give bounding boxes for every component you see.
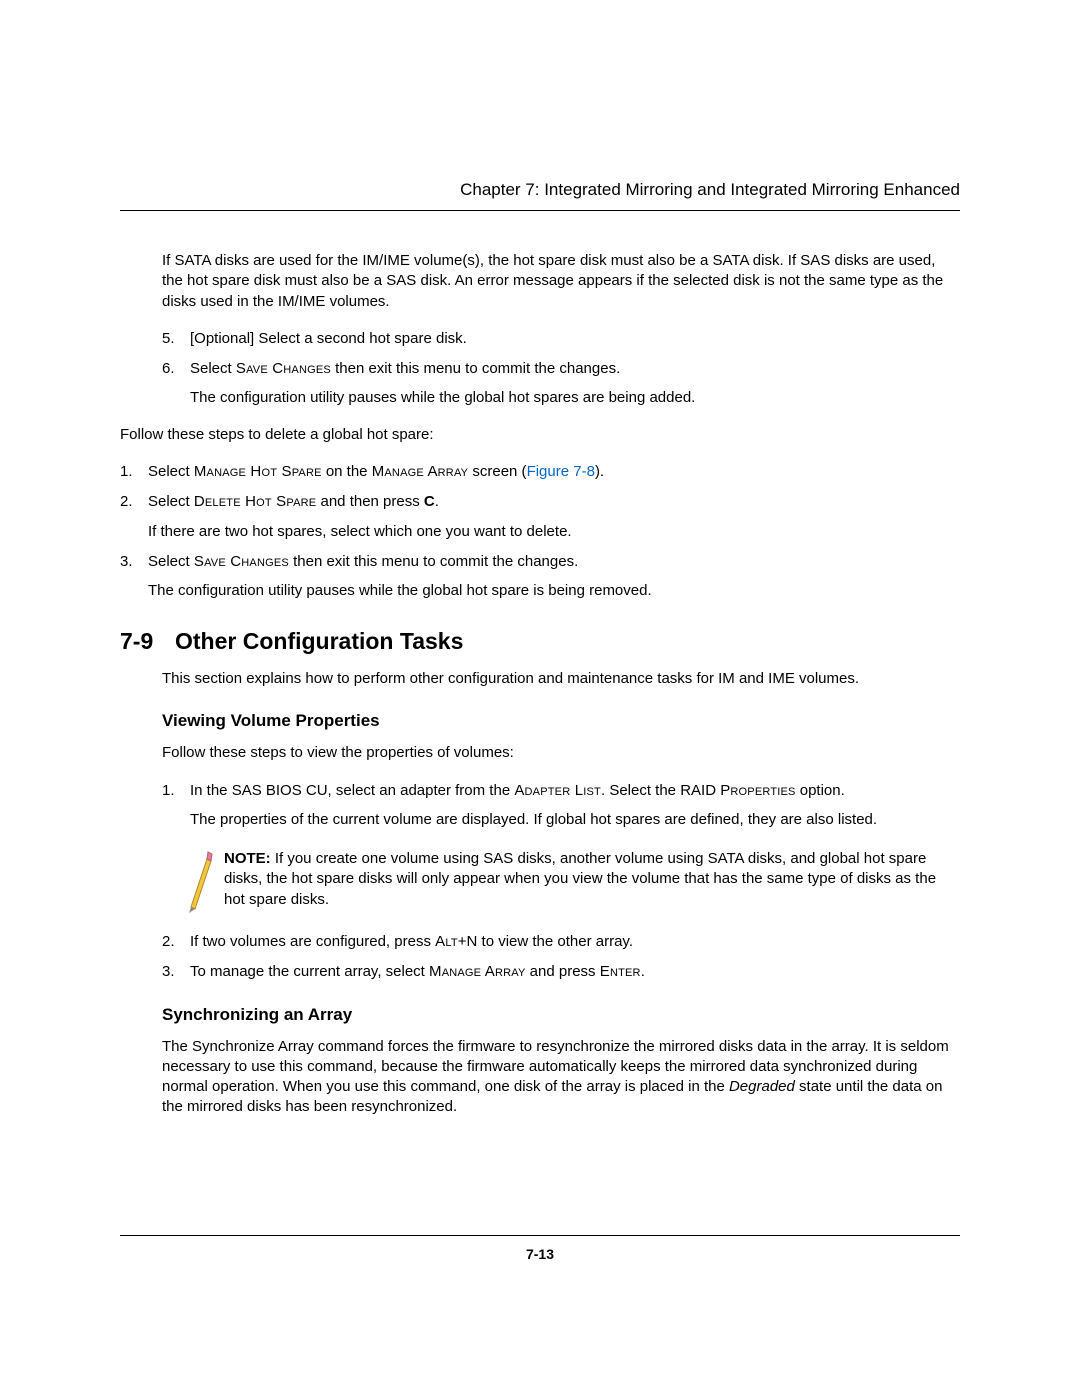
page-footer: 7-13 [120, 1235, 960, 1262]
list-aftertext: If there are two hot spares, select whic… [148, 521, 960, 543]
list-item: 2. Select Delete Hot Spare and then pres… [120, 491, 960, 543]
chapter-header: Chapter 7: Integrated Mirroring and Inte… [120, 180, 960, 211]
list-item: 6. Select Save Changes then exit this me… [162, 358, 960, 410]
viewing-intro: Follow these steps to view the propertie… [162, 743, 960, 763]
list-aftertext: The configuration utility pauses while t… [148, 580, 960, 602]
list-item: 3. To manage the current array, select M… [162, 961, 960, 983]
list-number: 1. [120, 461, 133, 483]
subheading-sync: Synchronizing an Array [120, 1005, 960, 1025]
list-text: Select Manage Hot Spare on the Manage Ar… [148, 463, 604, 480]
list-item: 3. Select Save Changes then exit this me… [120, 551, 960, 603]
pencil-icon [184, 849, 214, 913]
document-page: Chapter 7: Integrated Mirroring and Inte… [0, 0, 1080, 1397]
viewing-list-bottom: 2. If two volumes are configured, press … [162, 931, 960, 983]
list-text: Select Save Changes then exit this menu … [190, 360, 620, 377]
hotspare-add-list: 5. [Optional] Select a second hot spare … [162, 328, 960, 409]
list-item: 1. In the SAS BIOS CU, select an adapter… [162, 780, 960, 832]
note-text: NOTE: If you create one volume using SAS… [224, 849, 960, 910]
list-text: Select Delete Hot Spare and then press C… [148, 493, 439, 510]
delete-intro: Follow these steps to delete a global ho… [120, 425, 960, 445]
list-text: Select Save Changes then exit this menu … [148, 553, 578, 570]
list-aftertext: The properties of the current volume are… [190, 809, 960, 831]
list-text: In the SAS BIOS CU, select an adapter fr… [190, 782, 845, 799]
list-number: 1. [162, 780, 175, 802]
main-content: If SATA disks are used for the IM/IME vo… [120, 251, 960, 602]
section-number: 7-9 [120, 628, 175, 655]
section-title: Other Configuration Tasks [175, 628, 463, 655]
list-text: [Optional] Select a second hot spare dis… [190, 330, 467, 347]
list-item: 1. Select Manage Hot Spare on the Manage… [120, 461, 960, 483]
viewing-list-top: 1. In the SAS BIOS CU, select an adapter… [162, 780, 960, 832]
list-number: 2. [162, 931, 175, 953]
list-number: 3. [120, 551, 133, 573]
sync-body: The Synchronize Array command forces the… [162, 1037, 960, 1118]
list-number: 2. [120, 491, 133, 513]
list-number: 6. [162, 358, 175, 380]
list-aftertext: The configuration utility pauses while t… [190, 387, 960, 409]
subheading-viewing: Viewing Volume Properties [120, 711, 960, 731]
list-number: 3. [162, 961, 175, 983]
list-item: 2. If two volumes are configured, press … [162, 931, 960, 953]
list-text: To manage the current array, select Mana… [190, 963, 645, 980]
list-number: 5. [162, 328, 175, 350]
list-item: 5. [Optional] Select a second hot spare … [162, 328, 960, 350]
sata-paragraph: If SATA disks are used for the IM/IME vo… [162, 251, 960, 312]
section-heading-7-9: 7-9 Other Configuration Tasks [120, 628, 960, 655]
section-intro: This section explains how to perform oth… [162, 669, 960, 689]
hotspare-delete-list: 1. Select Manage Hot Spare on the Manage… [120, 461, 960, 602]
figure-link[interactable]: Figure 7-8 [527, 463, 595, 480]
page-number: 7-13 [526, 1246, 554, 1262]
list-text: If two volumes are configured, press Alt… [190, 933, 633, 950]
note-block: NOTE: If you create one volume using SAS… [162, 849, 960, 913]
